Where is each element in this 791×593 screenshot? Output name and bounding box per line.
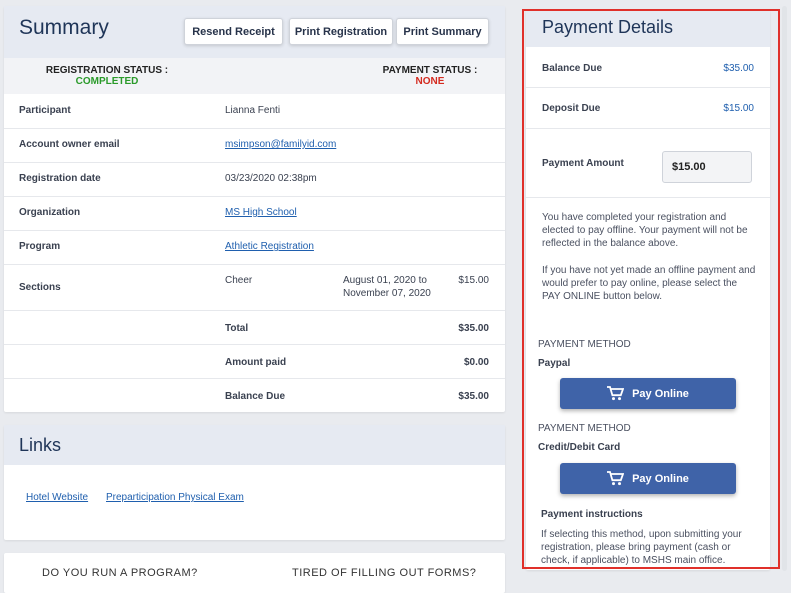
links-header: Links (4, 425, 505, 465)
p-balance-value: $35.00 (723, 63, 754, 74)
scrollbar[interactable] (782, 6, 787, 571)
print-registration-button[interactable]: Print Registration (289, 18, 393, 45)
cart-icon (607, 386, 625, 401)
payment-amount-input[interactable] (662, 151, 752, 183)
pay-online-card-button[interactable]: Pay Online (560, 463, 736, 494)
amount-paid-label: Amount paid (225, 357, 287, 368)
participant-row: Participant Lianna Fenti (4, 94, 505, 129)
total-row: Total $35.00 (4, 310, 505, 345)
promo-card: DO YOU RUN A PROGRAM? TIRED OF FILLING O… (4, 553, 505, 593)
payment-status-value: NONE (415, 76, 445, 87)
balance-due-label: Balance Due (225, 391, 286, 402)
promo-tired-forms: TIRED OF FILLING OUT FORMS? (292, 567, 477, 579)
payment-title: Payment Details (542, 17, 674, 37)
summary-card: Summary Resend Receipt Print Registratio… (4, 6, 505, 412)
links-card: Links Hotel Website Preparticipation Phy… (4, 425, 505, 540)
registration-status-label: REGISTRATION STATUS : (45, 65, 169, 76)
deposit-due-summary: Deposit Due $15.00 (526, 87, 770, 129)
p-deposit-value: $15.00 (723, 103, 754, 114)
balance-due-summary: Balance Due $35.00 (526, 47, 770, 88)
payment-header: Payment Details (526, 10, 770, 47)
p-balance-label: Balance Due (542, 63, 603, 74)
email-label: Account owner email (19, 139, 120, 150)
amount-paid-value: $0.00 (463, 357, 489, 368)
p-deposit-label: Deposit Due (542, 103, 601, 114)
payment-details-panel: Payment Details Balance Due $35.00 Depos… (526, 10, 770, 570)
promo-run-program: DO YOU RUN A PROGRAM? (42, 567, 198, 579)
registration-status-value: COMPLETED (75, 76, 139, 87)
pay-online-label-1: Pay Online (632, 387, 689, 400)
amount-paid-row: Amount paid $0.00 (4, 344, 505, 379)
payment-method-heading-1: PAYMENT METHOD (538, 339, 631, 350)
summary-header: Summary Resend Receipt Print Registratio… (4, 6, 505, 58)
date-label: Registration date (19, 173, 101, 184)
participant-value: Lianna Fenti (225, 105, 281, 116)
program-link[interactable]: Athletic Registration (225, 241, 314, 252)
status-bar: REGISTRATION STATUS : COMPLETED PAYMENT … (4, 58, 505, 94)
pay-online-note: If you have not yet made an offline paym… (542, 265, 756, 302)
payment-status: PAYMENT STATUS : NONE (374, 65, 486, 87)
payment-method-paypal: Paypal (538, 358, 571, 369)
registration-status: REGISTRATION STATUS : COMPLETED (42, 65, 172, 87)
date-value: 03/23/2020 02:38pm (225, 173, 317, 184)
resend-receipt-button[interactable]: Resend Receipt (184, 18, 283, 45)
physical-exam-link[interactable]: Preparticipation Physical Exam (106, 492, 244, 503)
date-row: Registration date 03/23/2020 02:38pm (4, 162, 505, 197)
organization-link[interactable]: MS High School (225, 207, 297, 218)
section-dates-start: August 01, 2020 to (343, 275, 427, 286)
summary-title: Summary (19, 16, 109, 39)
pay-online-label-2: Pay Online (632, 472, 689, 485)
links-title: Links (19, 435, 62, 455)
hotel-website-link[interactable]: Hotel Website (26, 492, 88, 503)
email-row: Account owner email msimpson@familyid.co… (4, 128, 505, 163)
participant-label: Participant (19, 105, 71, 116)
payment-instructions-text: If selecting this method, upon submittin… (541, 529, 742, 566)
section-dates-end: November 07, 2020 (343, 288, 431, 299)
balance-due-value: $35.00 (458, 391, 489, 402)
offline-note: You have completed your registration and… (542, 212, 748, 249)
cart-icon (607, 471, 625, 486)
sections-label: Sections (19, 282, 61, 293)
email-link[interactable]: msimpson@familyid.com (225, 139, 336, 150)
print-summary-button[interactable]: Print Summary (396, 18, 489, 45)
sections-row: Sections Cheer August 01, 2020 to Novemb… (4, 264, 505, 311)
organization-row: Organization MS High School (4, 196, 505, 231)
payment-amount-label: Payment Amount (542, 158, 624, 169)
payment-status-label: PAYMENT STATUS : (382, 65, 478, 76)
payment-method-card: Credit/Debit Card (538, 442, 621, 453)
section-price: $15.00 (458, 275, 489, 286)
payment-method-heading-2: PAYMENT METHOD (538, 423, 631, 434)
balance-due-row: Balance Due $35.00 (4, 378, 505, 412)
organization-label: Organization (19, 207, 81, 218)
section-name: Cheer (225, 275, 253, 286)
pay-online-paypal-button[interactable]: Pay Online (560, 378, 736, 409)
program-label: Program (19, 241, 61, 252)
total-label: Total (225, 323, 249, 334)
total-value: $35.00 (458, 323, 489, 334)
program-row: Program Athletic Registration (4, 230, 505, 265)
payment-instructions-title: Payment instructions (541, 509, 643, 520)
